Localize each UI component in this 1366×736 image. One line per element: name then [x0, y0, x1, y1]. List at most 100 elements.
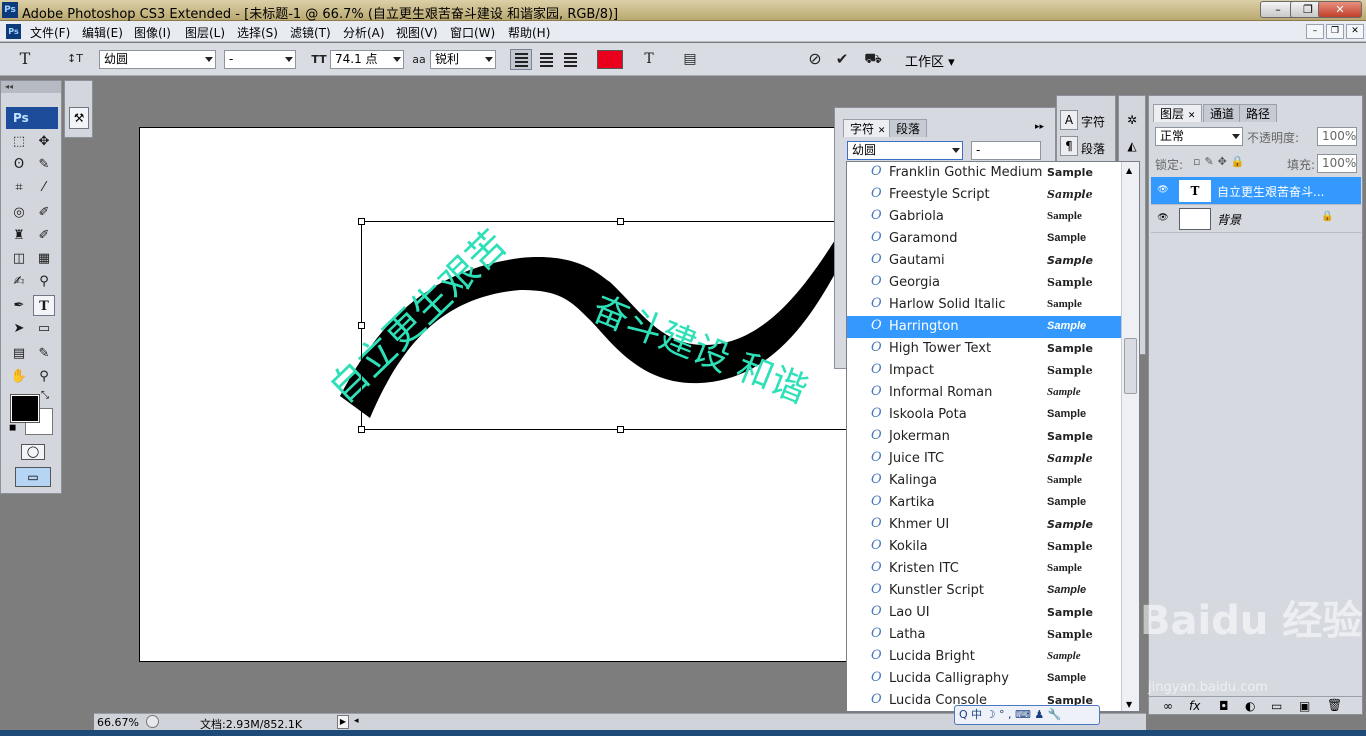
adjustment-layer-icon[interactable]: ◐: [1245, 699, 1255, 713]
dock-character-label[interactable]: 字符: [1081, 113, 1105, 130]
tab-channels[interactable]: 通道: [1203, 104, 1242, 122]
scroll-left-icon[interactable]: ◂: [354, 716, 359, 726]
new-layer-icon[interactable]: ▣: [1299, 699, 1310, 713]
transform-handle-bottom[interactable]: [617, 426, 624, 433]
font-option[interactable]: O Impact Sample: [847, 360, 1121, 382]
panel-font-family-select[interactable]: 幼圆: [847, 141, 963, 160]
opentype-font-icon: O: [871, 670, 882, 685]
opacity-input[interactable]: 100%: [1317, 127, 1357, 146]
opentype-font-icon: O: [871, 230, 882, 245]
mask-icon[interactable]: ◘: [1219, 699, 1229, 713]
font-option[interactable]: O Iskoola Pota Sample: [847, 404, 1121, 426]
font-option[interactable]: O Franklin Gothic Medium Sample: [847, 162, 1121, 184]
font-option-name: Gabriola: [889, 209, 944, 224]
paragraph-dock-icon[interactable]: ¶: [1060, 136, 1078, 156]
font-list-scrollbar[interactable]: ▲ ▼: [1121, 162, 1139, 711]
new-group-icon[interactable]: ▭: [1271, 699, 1282, 713]
fx-icon[interactable]: fx: [1189, 699, 1200, 713]
navigator-icon[interactable]: ✲: [1122, 110, 1142, 130]
font-option[interactable]: O High Tower Text Sample: [847, 338, 1121, 360]
font-option[interactable]: O Lao UI Sample: [847, 602, 1121, 624]
eye-icon[interactable]: 👁: [1156, 185, 1170, 195]
scroll-down-icon[interactable]: ▼: [1126, 700, 1132, 709]
font-option[interactable]: O Latha Sample: [847, 624, 1121, 646]
transform-handle-tl[interactable]: [358, 218, 365, 225]
font-option[interactable]: O Gabriola Sample: [847, 206, 1121, 228]
photoshop-window: Ps Adobe Photoshop CS3 Extended - [未标题-1…: [0, 0, 1366, 736]
blend-mode-select[interactable]: 正常: [1155, 127, 1243, 146]
ime-toolbar[interactable]: Q 中 ☽ ° , ⌨ ♟ 🔧: [954, 705, 1100, 725]
layer-row-background[interactable]: 👁 背景 🔒: [1151, 205, 1361, 233]
font-option[interactable]: O Khmer UI Sample: [847, 514, 1121, 536]
font-option[interactable]: O Juice ITC Sample: [847, 448, 1121, 470]
panel-font-style-select[interactable]: -: [971, 141, 1041, 160]
font-option-sample: Sample: [1047, 518, 1093, 531]
text-bounding-box[interactable]: [361, 221, 851, 430]
font-option[interactable]: O Informal Roman Sample: [847, 382, 1121, 404]
link-layers-icon[interactable]: ∞: [1163, 699, 1173, 713]
opentype-font-icon: O: [871, 274, 882, 289]
font-option-sample: Sample: [1047, 276, 1093, 289]
font-option-sample: Sample: [1047, 650, 1081, 662]
font-option-name: Khmer UI: [889, 517, 950, 532]
transform-handle-top[interactable]: [617, 218, 624, 225]
font-option[interactable]: O Gautami Sample: [847, 250, 1121, 272]
font-option-name: Kunstler Script: [889, 583, 985, 598]
trash-icon[interactable]: 🗑: [1327, 698, 1342, 712]
opentype-font-icon: O: [871, 164, 882, 179]
tab-paragraph[interactable]: 段落: [889, 119, 928, 137]
histogram-icon[interactable]: ◭: [1122, 136, 1142, 156]
font-option-name: Kokila: [889, 539, 928, 554]
font-option-sample: Sample: [1047, 254, 1093, 267]
font-option[interactable]: O Freestyle Script Sample: [847, 184, 1121, 206]
font-option-sample: Sample: [1047, 386, 1081, 398]
lock-icon: 🔒: [1321, 211, 1334, 222]
panel-menu-icon[interactable]: ▸▸: [1035, 122, 1044, 132]
layer-row-text[interactable]: 👁 T 自立更生艰苦奋斗...: [1151, 177, 1361, 205]
opentype-font-icon: O: [871, 340, 882, 355]
zoom-level[interactable]: 66.67%: [97, 716, 139, 729]
chevron-down-icon: [952, 148, 960, 153]
font-option[interactable]: O Garamond Sample: [847, 228, 1121, 250]
dock-paragraph-label[interactable]: 段落: [1081, 140, 1105, 157]
transform-handle-bl[interactable]: [358, 426, 365, 433]
font-option[interactable]: O Kokila Sample: [847, 536, 1121, 558]
font-option[interactable]: O Kunstler Script Sample: [847, 580, 1121, 602]
close-icon[interactable]: ✕: [878, 126, 886, 136]
font-option-name: Latha: [889, 627, 926, 642]
scrollbar-thumb[interactable]: [1124, 338, 1137, 394]
opentype-font-icon: O: [871, 428, 882, 443]
font-option[interactable]: O Kalinga Sample: [847, 470, 1121, 492]
font-option-sample: Sample: [1047, 166, 1093, 179]
opentype-font-icon: O: [871, 692, 882, 707]
font-option[interactable]: O Kristen ITC Sample: [847, 558, 1121, 580]
font-option-sample: Sample: [1047, 298, 1082, 310]
tab-layers[interactable]: 图层 ✕: [1153, 104, 1203, 122]
status-menu-arrow-icon[interactable]: ▶: [337, 715, 349, 729]
close-icon[interactable]: ✕: [1188, 111, 1196, 121]
font-option[interactable]: O Jokerman Sample: [847, 426, 1121, 448]
font-option[interactable]: O Kartika Sample: [847, 492, 1121, 514]
font-option-sample: Sample: [1047, 540, 1093, 553]
character-dock-icon[interactable]: A: [1060, 110, 1078, 130]
font-option[interactable]: O Georgia Sample: [847, 272, 1121, 294]
lock-icons[interactable]: ▫✎✥🔒: [1193, 155, 1249, 168]
scroll-up-icon[interactable]: ▲: [1126, 166, 1132, 175]
font-option[interactable]: O Lucida Calligraphy Sample: [847, 668, 1121, 690]
tab-paths[interactable]: 路径: [1239, 104, 1278, 122]
font-option[interactable]: O Lucida Bright Sample: [847, 646, 1121, 668]
font-option-name: Harlow Solid Italic: [889, 297, 1006, 312]
layer-name[interactable]: 自立更生艰苦奋斗...: [1217, 183, 1324, 200]
panel-font-style-value: -: [976, 143, 981, 157]
status-options-icon[interactable]: [146, 715, 159, 728]
transform-handle-left[interactable]: [358, 322, 365, 329]
opentype-font-icon: O: [871, 384, 882, 399]
eye-icon[interactable]: 👁: [1156, 213, 1170, 223]
font-option[interactable]: O Harrington Sample: [847, 316, 1121, 338]
layer-name[interactable]: 背景: [1217, 211, 1241, 228]
opentype-font-icon: O: [871, 472, 882, 487]
tab-character[interactable]: 字符 ✕: [843, 119, 893, 137]
fill-input[interactable]: 100%: [1317, 154, 1357, 173]
font-option[interactable]: O Harlow Solid Italic Sample: [847, 294, 1121, 316]
font-option-sample: Sample: [1047, 562, 1082, 574]
